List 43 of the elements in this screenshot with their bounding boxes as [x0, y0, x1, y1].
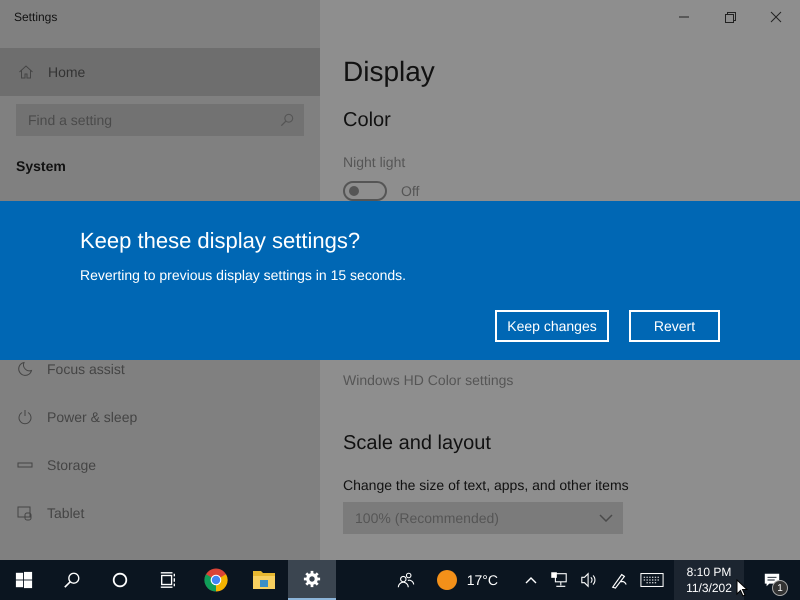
- volume-icon[interactable]: [580, 571, 598, 589]
- folder-icon: [252, 568, 276, 592]
- home-item[interactable]: Home: [0, 48, 320, 96]
- people-icon[interactable]: [396, 571, 415, 589]
- page-title: Display: [343, 55, 435, 89]
- chevron-icon: [599, 514, 613, 522]
- mouse-cursor-icon: [736, 579, 748, 597]
- pen-icon[interactable]: [610, 571, 628, 589]
- chrome-icon: [204, 568, 228, 592]
- circle-icon: [111, 571, 129, 589]
- sun-icon: [436, 570, 457, 590]
- dialog-message: Reverting to previous display settings in 15 seconds.: [80, 267, 408, 283]
- windows-icon: [15, 571, 33, 589]
- dialog-button[interactable]: Revert: [629, 310, 720, 342]
- clock-button[interactable]: 8:10 PM 11/3/202: [674, 560, 744, 600]
- sidebar-item[interactable]: Power & sleep: [0, 393, 320, 441]
- window-title: Settings: [14, 10, 58, 24]
- dialog-title: Keep these display settings?: [80, 227, 362, 255]
- settings-link[interactable]: Windows HD Color settings: [343, 370, 514, 390]
- section-heading: Color: [343, 108, 391, 133]
- section-heading: Scale and layout: [343, 431, 491, 456]
- task-view-icon: [159, 571, 177, 589]
- tablet-icon: [17, 505, 33, 521]
- setting-label: Change the size of text, apps, and other items: [343, 476, 629, 495]
- notification-count: 1: [772, 580, 788, 596]
- notifications-button[interactable]: 1: [744, 560, 800, 600]
- dialog-button[interactable]: Keep changes: [495, 310, 609, 342]
- taskbar-button[interactable]: [288, 560, 336, 600]
- keyboard-icon[interactable]: [640, 572, 664, 588]
- toggle-state: Off: [401, 183, 420, 199]
- moon-icon: [17, 361, 33, 377]
- sidebar-item[interactable]: Storage: [0, 441, 320, 489]
- search-icon: [63, 571, 81, 589]
- setting-label: Night light: [343, 153, 406, 172]
- power-icon: [17, 409, 33, 425]
- sidebar-item[interactable]: Focus assist: [0, 345, 320, 393]
- settings-icon: [303, 570, 321, 588]
- sidebar-item[interactable]: Tablet: [0, 489, 320, 537]
- home-icon: [18, 64, 34, 80]
- section-heading: System: [16, 158, 66, 174]
- network-icon[interactable]: [550, 571, 568, 589]
- weather-button[interactable]: 17°C: [436, 560, 498, 600]
- search-icon: [280, 113, 294, 127]
